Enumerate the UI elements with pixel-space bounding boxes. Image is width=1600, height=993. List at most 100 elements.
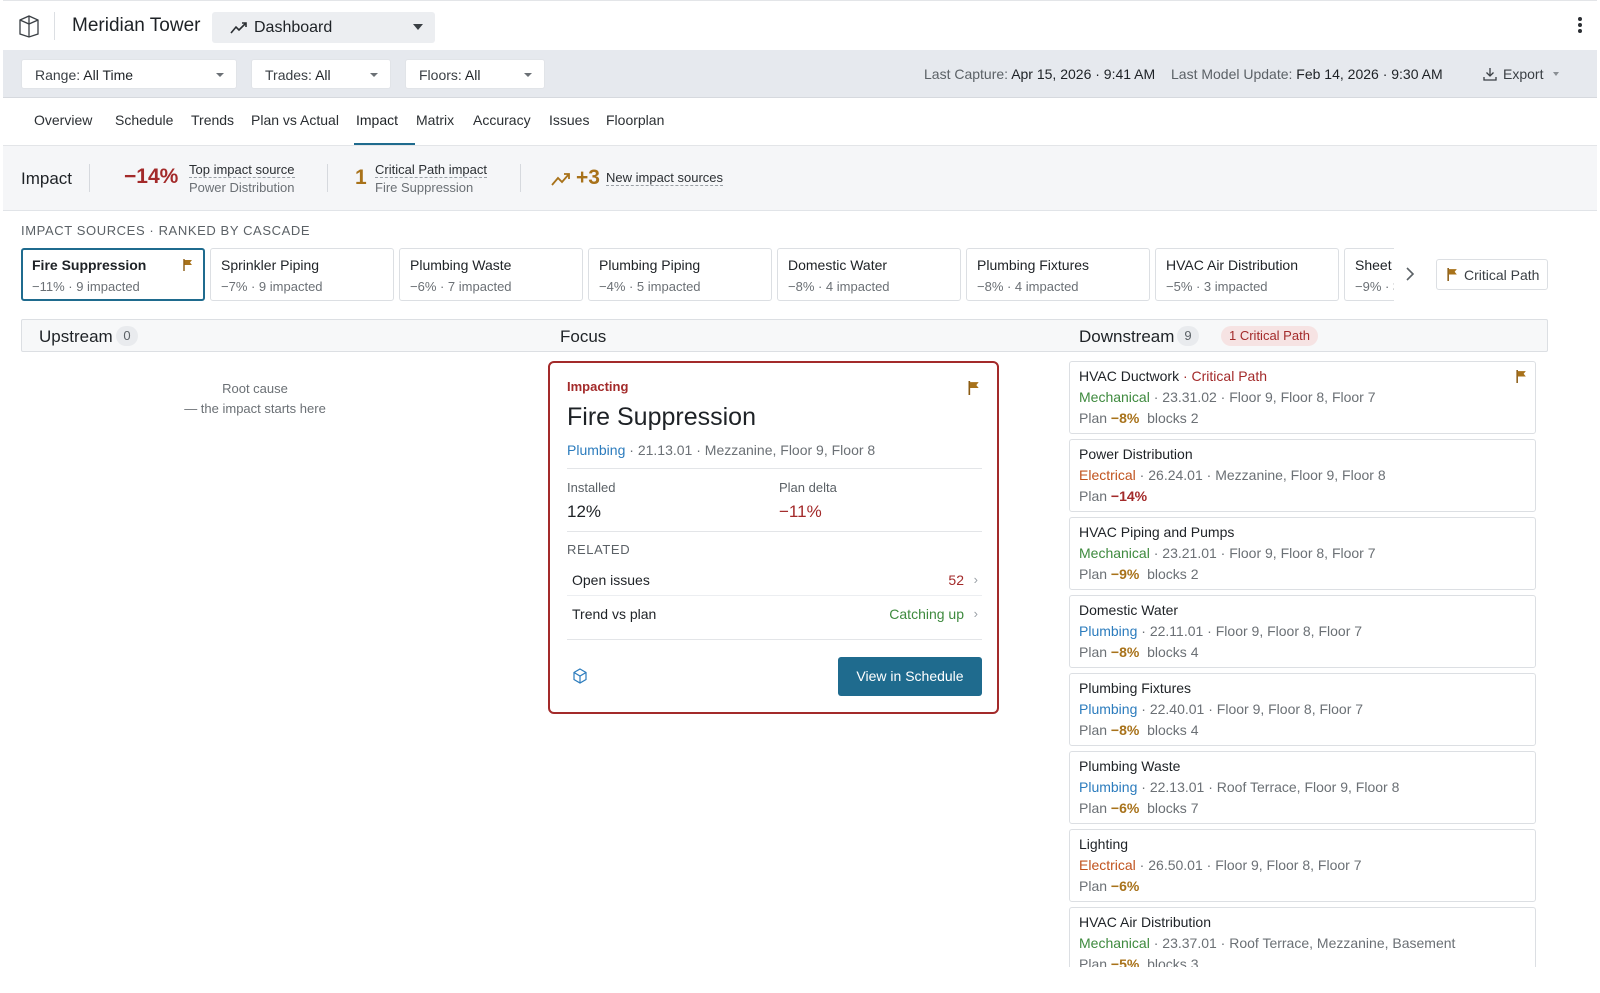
downstream-card[interactable]: Domestic Water Plumbing · 22.11.01 · Flo… — [1069, 595, 1536, 668]
tab-schedule[interactable]: Schedule — [115, 112, 173, 128]
source-meta: −7% · 9 impacted — [221, 279, 323, 294]
tab-plan-vs-actual[interactable]: Plan vs Actual — [251, 112, 339, 128]
open-issues-row[interactable]: Open issues 52 › — [567, 563, 982, 596]
open-issues-label: Open issues — [572, 572, 650, 588]
last-capture: Last Capture: Apr 15, 2026 · 9:41 AM — [924, 66, 1155, 82]
source-card[interactable]: Domestic Water −8% · 4 impacted — [777, 248, 961, 301]
top-impact-label[interactable]: Top impact source — [189, 162, 295, 178]
downstream-meta: Plumbing · 22.40.01 · Floor 9, Floor 8, … — [1079, 701, 1364, 717]
related-heading: RELATED — [567, 542, 631, 557]
trades-select[interactable]: Trades: All — [251, 59, 391, 89]
building-logo-icon[interactable] — [17, 14, 41, 38]
source-name: Sheet Metal — [1355, 257, 1394, 273]
blocks-count: blocks 7 — [1147, 800, 1199, 816]
new-sources-label[interactable]: New impact sources — [606, 170, 724, 186]
floors-list: Mezzanine, Floor 9, Floor 8 — [1215, 467, 1386, 483]
divider — [89, 164, 90, 192]
downstream-card[interactable]: Plumbing Waste Plumbing · 22.13.01 · Roo… — [1069, 751, 1536, 824]
downstream-card[interactable]: HVAC Piping and Pumps Mechanical · 23.21… — [1069, 517, 1536, 590]
export-button[interactable]: Export — [1483, 66, 1560, 82]
source-card[interactable]: Sheet Metal −9% · 3 impacted — [1344, 248, 1394, 301]
blocks-count: blocks 4 — [1147, 644, 1199, 660]
active-tab-indicator — [354, 143, 415, 145]
activity-code: 21.13.01 — [637, 442, 693, 458]
downstream-meta: Mechanical · 23.31.02 · Floor 9, Floor 8… — [1079, 389, 1376, 405]
focus-title: Focus — [560, 327, 607, 346]
downstream-title: Domestic Water — [1079, 602, 1179, 618]
trade-label: Plumbing — [1079, 779, 1138, 795]
trend-row[interactable]: Trend vs plan Catching up › — [567, 597, 982, 630]
download-icon — [1483, 68, 1497, 81]
downstream-card[interactable]: Plumbing Fixtures Plumbing · 22.40.01 · … — [1069, 673, 1536, 746]
plan-delta-value: −11% — [779, 502, 822, 521]
last-model-value: Feb 14, 2026 · 9:30 AM — [1296, 66, 1443, 82]
divider — [567, 531, 982, 532]
range-label: Range: — [35, 67, 81, 83]
source-meta: −5% · 3 impacted — [1166, 279, 1268, 294]
source-meta: −6% · 7 impacted — [410, 279, 512, 294]
tab-matrix[interactable]: Matrix — [416, 112, 454, 128]
floors-label: Floors: — [419, 67, 462, 83]
downstream-card[interactable]: Power Distribution Electrical · 26.24.01… — [1069, 439, 1536, 512]
downstream-card[interactable]: HVAC Air Distribution Mechanical · 23.37… — [1069, 907, 1536, 967]
critical-path-label[interactable]: Critical Path impact — [375, 162, 487, 178]
critical-path-button[interactable]: Critical Path — [1436, 259, 1548, 290]
source-card[interactable]: HVAC Air Distribution −5% · 3 impacted — [1155, 248, 1339, 301]
downstream-title: Plumbing Waste — [1079, 758, 1181, 774]
tab-trends[interactable]: Trends — [191, 112, 234, 128]
plan-delta: −6% — [1110, 800, 1140, 816]
trade-label[interactable]: Plumbing — [567, 442, 625, 458]
view-in-schedule-button[interactable]: View in Schedule — [838, 657, 982, 696]
floors-list: Mezzanine, Floor 9, Floor 8 — [704, 442, 876, 458]
range-select[interactable]: Range: All Time — [21, 59, 237, 89]
source-card[interactable]: Plumbing Fixtures −8% · 4 impacted — [966, 248, 1150, 301]
divider — [520, 164, 521, 192]
blocks-count: blocks 2 — [1147, 410, 1199, 426]
chevron-down-icon — [413, 24, 423, 30]
range-value: All Time — [83, 67, 134, 83]
trade-label: Mechanical — [1079, 389, 1150, 405]
downstream-card[interactable]: HVAC Ductwork · Critical Path Mechanical… — [1069, 361, 1536, 434]
downstream-title: HVAC Ductwork — [1079, 368, 1180, 384]
blocks-count: blocks 4 — [1147, 722, 1199, 738]
downstream-title: Power Distribution — [1079, 446, 1193, 462]
source-card[interactable]: Sprinkler Piping −7% · 9 impacted — [210, 248, 394, 301]
downstream-meta: Mechanical · 23.37.01 · Roof Terrace, Me… — [1079, 935, 1456, 951]
new-sources-count: +3 — [576, 166, 600, 189]
tab-overview[interactable]: Overview — [34, 112, 92, 128]
last-model-label: Last Model Update: — [1171, 66, 1293, 82]
tab-floorplan[interactable]: Floorplan — [606, 112, 664, 128]
plan-delta: −5% — [1110, 956, 1140, 967]
cube-3d-icon[interactable] — [572, 668, 588, 684]
trade-label: Electrical — [1079, 467, 1136, 483]
focus-meta: Plumbing · 21.13.01 · Mezzanine, Floor 9… — [567, 442, 876, 458]
floors-list: Floor 9, Floor 8, Floor 7 — [1229, 389, 1376, 405]
downstream-title: HVAC Piping and Pumps — [1079, 524, 1235, 540]
chevron-down-icon — [524, 73, 532, 77]
divider — [327, 164, 328, 192]
trending-up-icon — [551, 173, 570, 186]
source-card[interactable]: Fire Suppression −11% · 9 impacted — [21, 248, 205, 301]
downstream-plan: Plan −5% blocks 3 — [1079, 956, 1535, 967]
source-meta: −8% · 4 impacted — [977, 279, 1079, 294]
downstream-card[interactable]: Lighting Electrical · 26.50.01 · Floor 9… — [1069, 829, 1536, 902]
floors-list: Floor 9, Floor 8, Floor 7 — [1215, 857, 1362, 873]
source-card[interactable]: Plumbing Waste −6% · 7 impacted — [399, 248, 583, 301]
downstream-plan: Plan −8% blocks 4 — [1079, 722, 1199, 738]
tab-impact[interactable]: Impact — [356, 112, 398, 128]
activity-code: 26.50.01 — [1148, 857, 1203, 873]
floors-select[interactable]: Floors: All — [405, 59, 545, 89]
view-selector[interactable]: Dashboard — [212, 12, 435, 43]
kebab-menu-icon[interactable] — [1577, 17, 1583, 35]
tab-issues[interactable]: Issues — [549, 112, 589, 128]
plan-delta: −9% — [1110, 566, 1140, 582]
downstream-plan: Plan −8% blocks 2 — [1079, 410, 1199, 426]
activity-code: 22.13.01 — [1149, 779, 1205, 795]
tab-accuracy[interactable]: Accuracy — [473, 112, 531, 128]
chevron-right-icon[interactable] — [1405, 267, 1415, 281]
trade-label: Plumbing — [1079, 701, 1138, 717]
summary-title: Impact — [21, 169, 73, 188]
trades-label: Trades: — [265, 67, 312, 83]
impact-summary: Impact −14% Top impact source Power Dist… — [3, 146, 1597, 211]
source-card[interactable]: Plumbing Piping −4% · 5 impacted — [588, 248, 772, 301]
